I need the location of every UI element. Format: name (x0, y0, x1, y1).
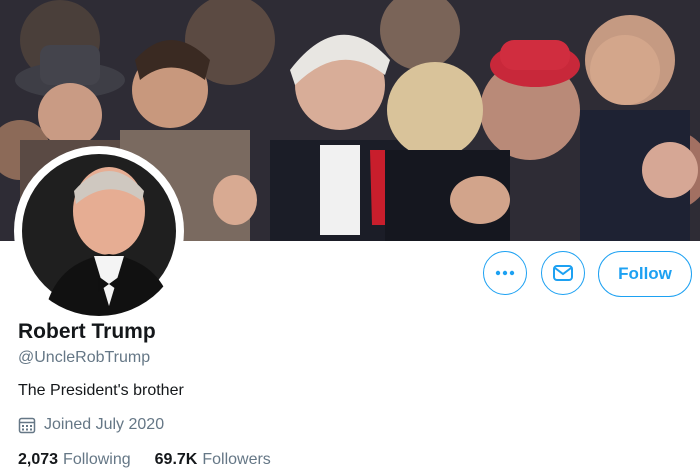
message-button[interactable] (541, 251, 585, 295)
calendar-icon (18, 417, 36, 434)
followers-label: Followers (202, 451, 271, 468)
following-count: 2,073 (18, 451, 59, 468)
following-link[interactable]: 2,073 Following (18, 451, 131, 469)
joined-date: Joined July 2020 (18, 416, 164, 434)
followers-link[interactable]: 69.7K Followers (155, 451, 271, 469)
profile-stats: 2,073 Following 69.7K Followers (18, 451, 295, 469)
more-options-button[interactable] (483, 251, 527, 295)
avatar-photo (16, 148, 182, 316)
following-label: Following (63, 451, 131, 468)
envelope-icon (553, 265, 573, 281)
follow-button[interactable]: Follow (598, 251, 692, 297)
profile-bio: The President's brother (18, 382, 184, 399)
more-horizontal-icon (495, 270, 515, 276)
followers-count: 69.7K (154, 451, 198, 468)
profile-avatar[interactable] (14, 146, 184, 316)
profile-handle: @UncleRobTrump (18, 349, 151, 366)
joined-label: Joined July 2020 (44, 416, 165, 433)
profile-name: Robert Trump (18, 320, 156, 343)
